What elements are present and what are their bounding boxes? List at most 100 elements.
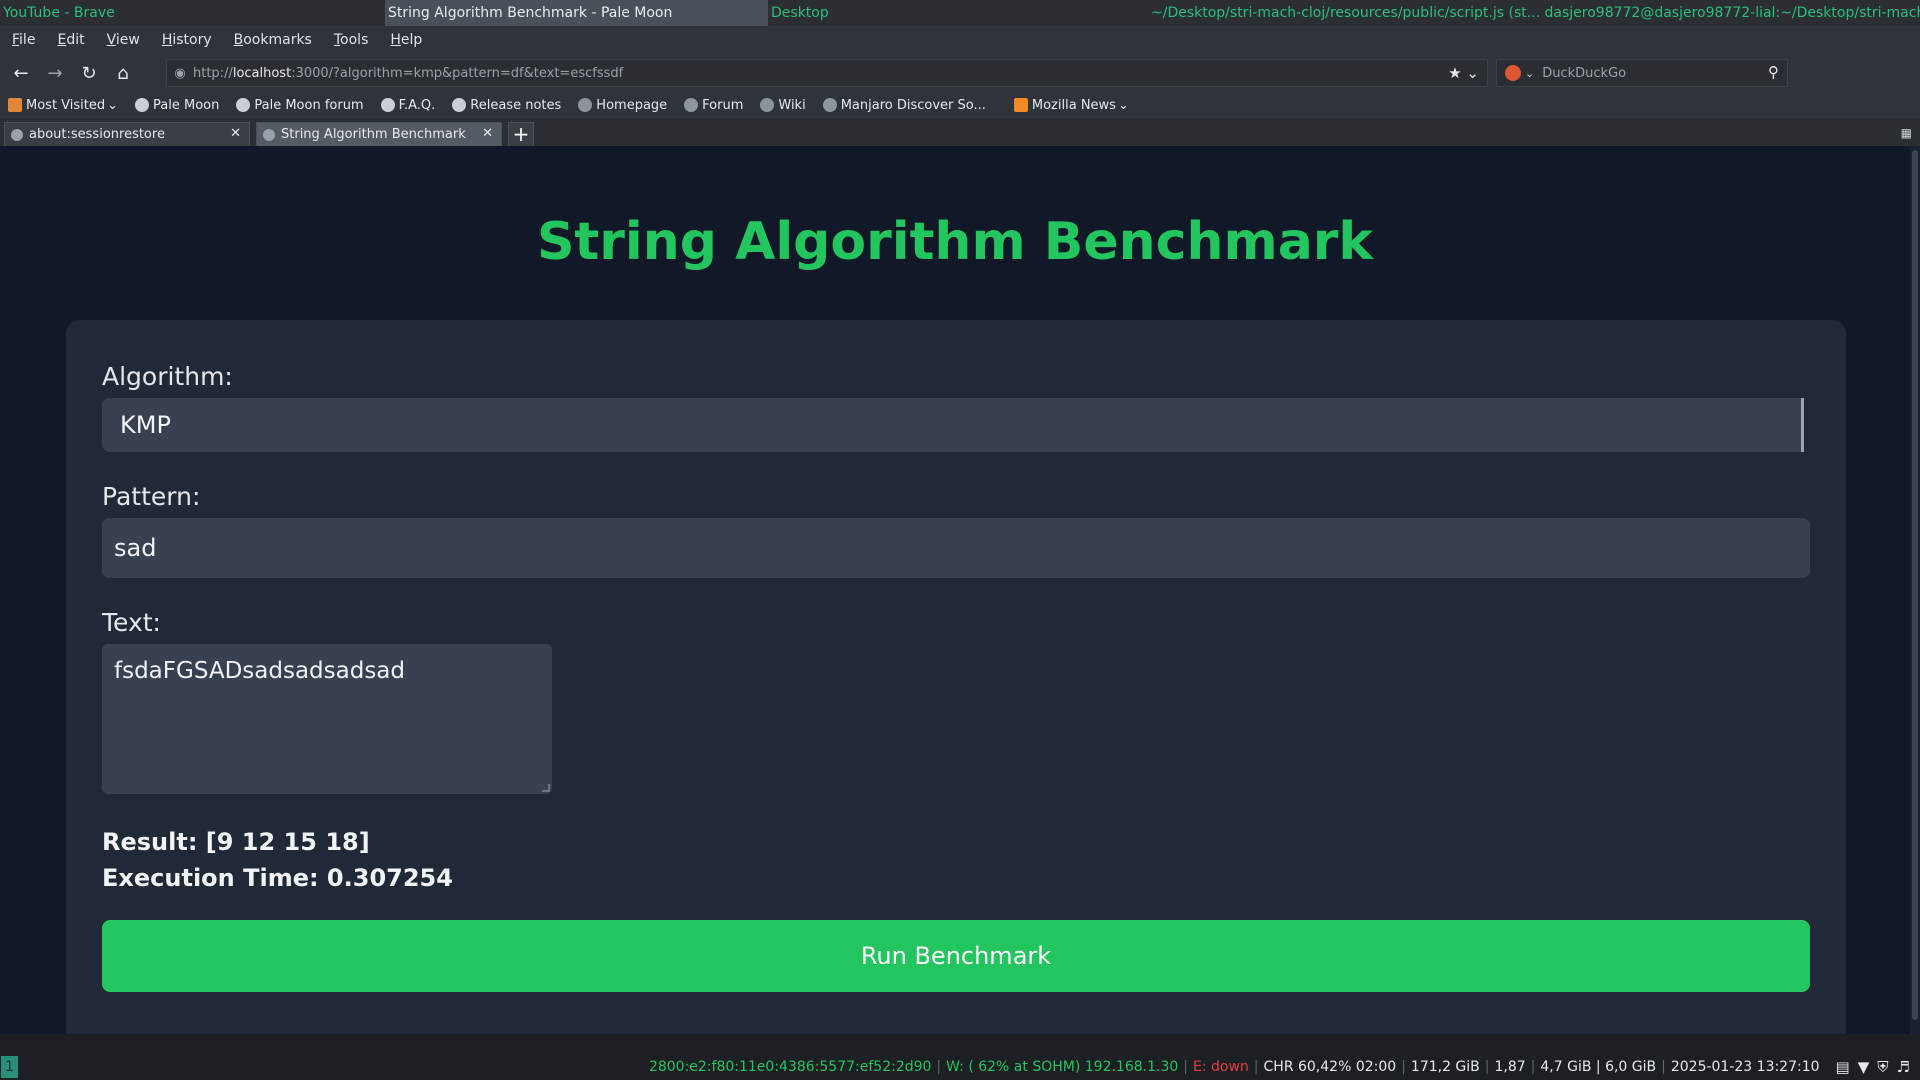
- datetime-status: 2025-01-23 13:27:10: [1670, 1059, 1820, 1075]
- tab-list-icon[interactable]: ▦: [1901, 126, 1912, 140]
- system-tray: ▤ ▼ ⛨ ♬: [1832, 1058, 1914, 1076]
- folder-icon: [8, 98, 22, 112]
- clipboard-icon[interactable]: ▤: [1832, 1058, 1854, 1076]
- pattern-input[interactable]: sad: [102, 518, 1810, 578]
- window-title-palemoon[interactable]: String Algorithm Benchmark - Pale Moon: [385, 0, 768, 26]
- wifi-status: W: ( 62% at SOHM) 192.168.1.30: [946, 1059, 1179, 1075]
- system-status-bar: 1 2800:e2:f80:11e0:4386:5577:ef52:2d90 |…: [0, 1034, 1920, 1080]
- divider: |: [1401, 1059, 1406, 1075]
- forward-button[interactable]: →: [38, 58, 72, 88]
- shield-icon[interactable]: ⛨: [1873, 1058, 1892, 1076]
- run-benchmark-button[interactable]: Run Benchmark: [102, 920, 1810, 992]
- divider: |: [1183, 1059, 1188, 1075]
- plus-icon: +: [512, 122, 530, 146]
- url-prefix: http://: [193, 65, 233, 81]
- disk-status: 171,2 GiB: [1410, 1059, 1480, 1075]
- bookmark-manjaro-discover[interactable]: Manjaro Discover So...: [822, 98, 986, 113]
- divider: |: [936, 1059, 942, 1075]
- tab-label: about:sessionrestore: [29, 127, 165, 142]
- home-button[interactable]: ⌂: [106, 58, 140, 88]
- chevron-down-icon: ⌄: [107, 97, 119, 113]
- palemoon-icon: [135, 98, 150, 112]
- tab-session-restore[interactable]: about:sessionrestore ✕: [4, 122, 250, 146]
- site-identity-icon[interactable]: ◉: [167, 66, 193, 81]
- menu-view[interactable]: View: [107, 32, 140, 48]
- globe-icon: [684, 98, 699, 112]
- close-icon[interactable]: ✕: [482, 126, 493, 141]
- reload-button[interactable]: ↻: [72, 58, 106, 88]
- navigation-toolbar: ← → ↻ ⌂ ◉ http://localhost:3000/?algorit…: [0, 54, 1920, 136]
- benchmark-card: Algorithm: KMP Pattern: sad Text: fsdaFG…: [66, 320, 1846, 1034]
- divider: |: [1484, 1059, 1490, 1075]
- url-host: localhost: [232, 65, 292, 81]
- text-input-value: fsdaFGSADsadsadsadsad: [114, 658, 406, 684]
- wifi-icon[interactable]: ▼: [1854, 1058, 1874, 1076]
- rss-feed-icon: [1013, 98, 1028, 112]
- ipv6-status: 2800:e2:f80:11e0:4386:5577:ef52:2d90: [648, 1059, 932, 1075]
- back-arrow-icon: ←: [13, 62, 29, 84]
- globe-icon: [578, 98, 593, 112]
- menu-file[interactable]: File: [12, 32, 35, 48]
- search-placeholder: DuckDuckGo: [1542, 65, 1627, 81]
- duckduckgo-icon[interactable]: [1505, 65, 1521, 81]
- back-button[interactable]: ←: [4, 58, 38, 88]
- search-bar[interactable]: ⌄ DuckDuckGo ⚲: [1496, 59, 1788, 87]
- bookmark-pale-moon[interactable]: Pale Moon: [135, 98, 219, 113]
- bookmark-wiki[interactable]: Wiki: [760, 98, 806, 113]
- pattern-label: Pattern:: [102, 482, 201, 511]
- palemoon-icon: [236, 98, 251, 112]
- search-icon[interactable]: ⚲: [1768, 63, 1779, 81]
- tab-string-algorithm-benchmark[interactable]: String Algorithm Benchmark ✕: [256, 122, 502, 146]
- forward-arrow-icon: →: [47, 62, 63, 84]
- divider: |: [1661, 1059, 1666, 1075]
- scrollbar-thumb[interactable]: [1912, 150, 1918, 1020]
- new-tab-button[interactable]: +: [508, 122, 534, 146]
- bookmark-pale-moon-forum[interactable]: Pale Moon forum: [236, 98, 364, 113]
- url-path: :3000/?algorithm=kmp&pattern=df&text=esc…: [291, 65, 624, 81]
- divider: |: [1530, 1059, 1536, 1075]
- globe-icon: [822, 98, 837, 112]
- load-status: 1,87: [1494, 1059, 1526, 1075]
- bookmark-release-notes[interactable]: Release notes: [452, 98, 561, 113]
- globe-icon: [11, 128, 23, 141]
- bookmark-most-visited[interactable]: Most Visited ⌄: [8, 98, 118, 113]
- palemoon-icon: [452, 98, 467, 112]
- result-text: Result: [9 12 15 18]: [102, 828, 370, 856]
- home-icon: ⌂: [117, 62, 129, 84]
- page-title: String Algorithm Benchmark: [536, 212, 1374, 272]
- reload-icon: ↻: [81, 62, 97, 84]
- volume-icon[interactable]: ♬: [1893, 1058, 1914, 1076]
- globe-icon: [263, 128, 275, 141]
- menu-history[interactable]: History: [162, 32, 212, 48]
- window-title-bar: YouTube - Brave String Algorithm Benchma…: [0, 0, 1920, 26]
- menu-edit[interactable]: Edit: [57, 32, 84, 48]
- window-title-terminal[interactable]: ~/Desktop/stri-mach-cloj/resources/publi…: [1148, 0, 1920, 26]
- resize-handle[interactable]: [542, 784, 550, 792]
- divider: |: [1253, 1059, 1259, 1075]
- menu-bookmarks[interactable]: Bookmarks: [234, 32, 312, 48]
- window-title-brave[interactable]: YouTube - Brave: [0, 0, 385, 26]
- menu-bar: File Edit View History Bookmarks Tools H…: [0, 26, 1920, 54]
- bookmark-homepage[interactable]: Homepage: [578, 98, 667, 113]
- page-scrollbar[interactable]: [1910, 146, 1920, 1034]
- tab-label: String Algorithm Benchmark: [281, 127, 466, 142]
- close-icon[interactable]: ✕: [230, 126, 241, 141]
- palemoon-icon: [380, 98, 395, 112]
- text-label: Text:: [102, 608, 161, 637]
- chevron-down-icon[interactable]: ⌄: [1525, 67, 1534, 80]
- bookmark-star-icon[interactable]: ★ ⌄: [1448, 64, 1479, 82]
- bookmark-mozilla-news[interactable]: Mozilla News ⌄: [1013, 97, 1129, 113]
- chevron-down-icon: ⌄: [1117, 97, 1129, 113]
- status-line: 2800:e2:f80:11e0:4386:5577:ef52:2d90 | W…: [645, 1058, 1914, 1076]
- menu-tools[interactable]: Tools: [334, 32, 369, 48]
- window-title-desktop[interactable]: Desktop: [768, 0, 1148, 26]
- workspace-indicator[interactable]: 1: [1, 1056, 18, 1078]
- bookmark-faq[interactable]: F.A.Q.: [380, 98, 435, 113]
- algorithm-label: Algorithm:: [102, 362, 233, 391]
- menu-help[interactable]: Help: [390, 32, 422, 48]
- text-input[interactable]: fsdaFGSADsadsadsadsad: [102, 644, 552, 794]
- bookmark-forum[interactable]: Forum: [684, 98, 743, 113]
- url-bar[interactable]: ◉ http://localhost:3000/?algorithm=kmp&p…: [166, 59, 1488, 87]
- algorithm-select[interactable]: KMP: [102, 398, 1804, 452]
- page-viewport: String Algorithm Benchmark Algorithm: KM…: [0, 146, 1920, 1034]
